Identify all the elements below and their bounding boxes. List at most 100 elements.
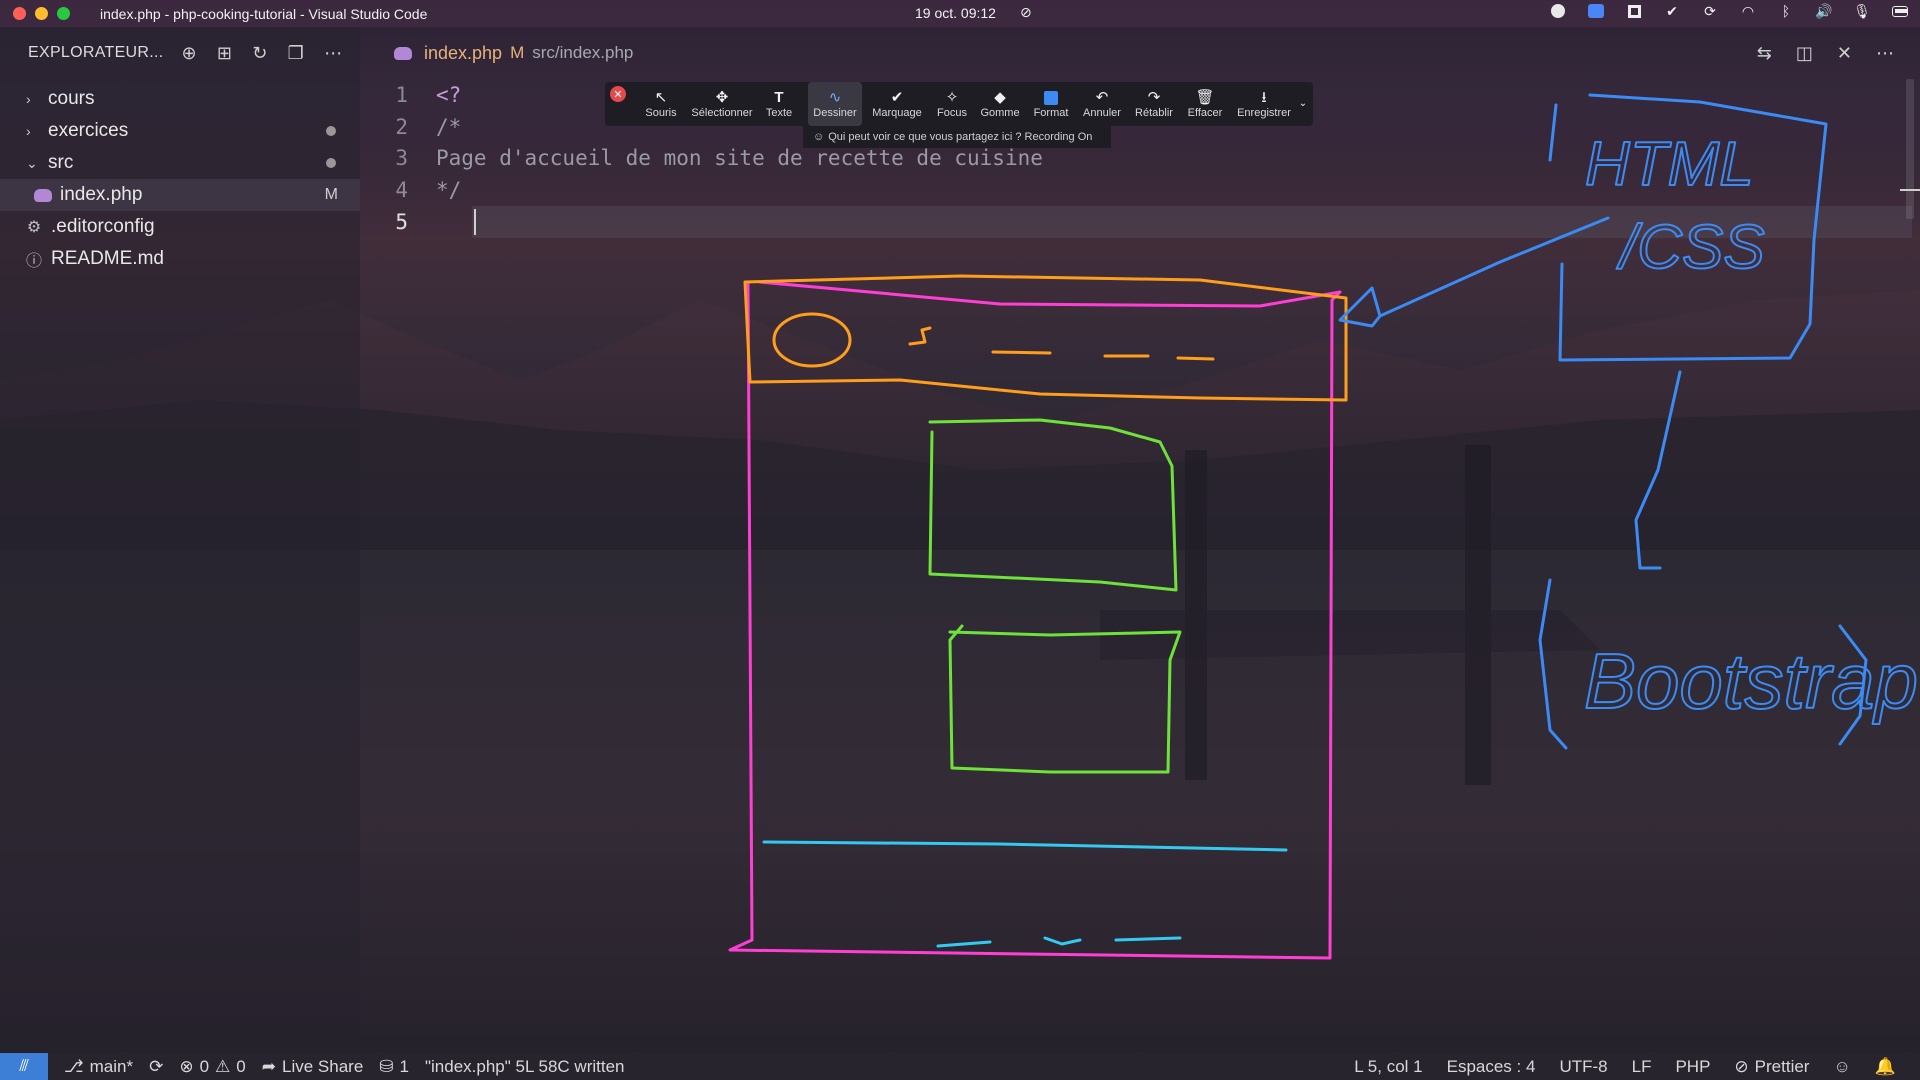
- share-visibility-icon: ☺: [813, 131, 825, 143]
- new-file-icon[interactable]: ⊕: [182, 43, 197, 64]
- remote-indicator[interactable]: ⫻: [0, 1053, 48, 1080]
- do-not-disturb-icon[interactable]: ⊘: [1020, 4, 1032, 21]
- database-icon: ⛁: [379, 1056, 394, 1076]
- tool-effacer[interactable]: 🗑 Effacer: [1183, 82, 1227, 126]
- close-annotation-button[interactable]: ✕: [610, 86, 626, 102]
- minimize-window-button[interactable]: [35, 7, 48, 20]
- tool-label: Marquage: [872, 107, 922, 119]
- status-bar: ⫻ ⎇ main* ⟳ ⊗ 0 ⚠ 0 ➦ Live Share ⛁ 1 "in…: [0, 1053, 1920, 1080]
- prettier-status[interactable]: ⊘ Prettier: [1734, 1057, 1809, 1077]
- code-editor[interactable]: 1 <? 2 /* 3 Page d'accueil de mon site d…: [360, 79, 1920, 1053]
- feedback-icon[interactable]: ☺: [1833, 1057, 1850, 1077]
- collapse-all-icon[interactable]: ❐: [288, 43, 304, 64]
- encoding-setting[interactable]: UTF-8: [1559, 1057, 1607, 1077]
- trash-icon: 🗑: [1195, 89, 1215, 106]
- sync-button[interactable]: ⟳: [149, 1057, 163, 1077]
- tool-label: Format: [1033, 107, 1069, 119]
- tool-focus[interactable]: ✧ Focus: [932, 82, 972, 126]
- tool-texte[interactable]: T Texte: [758, 82, 800, 126]
- close-icon[interactable]: ✕: [1837, 43, 1852, 64]
- chevron-right-icon: ›: [26, 123, 31, 139]
- split-editor-icon[interactable]: ◫: [1796, 43, 1813, 64]
- volume-icon[interactable]: 🔊: [1815, 3, 1832, 19]
- window-title: index.php - php-cooking-tutorial - Visua…: [100, 5, 428, 22]
- tool-label: Gomme: [980, 107, 1020, 119]
- tree-file-readme[interactable]: ⓘ README.md: [0, 243, 360, 275]
- code-line: 5: [360, 206, 436, 238]
- minimap-cursor-marker: [1900, 189, 1920, 191]
- language-mode[interactable]: PHP: [1675, 1057, 1710, 1077]
- tree-file-index-php[interactable]: index.php M: [0, 179, 360, 211]
- menu-clock[interactable]: 19 oct. 09:12: [915, 5, 996, 21]
- window-controls: [13, 7, 70, 20]
- battery-icon[interactable]: [1892, 3, 1908, 19]
- tool-annuler[interactable]: ↶ Annuler: [1079, 82, 1125, 126]
- tree-folder-src[interactable]: ⌄ src: [0, 147, 360, 179]
- tool-souris[interactable]: ↖ Souris: [635, 82, 687, 126]
- live-share-button[interactable]: ➦ Live Share: [262, 1057, 364, 1077]
- modified-dot-icon: [326, 126, 336, 136]
- chevron-down-icon: ⌄: [1298, 98, 1308, 109]
- tool-marquage[interactable]: ✔ Marquage: [868, 82, 926, 126]
- line-number: 5: [395, 210, 408, 234]
- editor-scrollbar[interactable]: [1906, 79, 1914, 219]
- php-icon: [394, 46, 412, 60]
- microphone-icon[interactable]: 🎙: [1853, 3, 1871, 19]
- indentation-setting[interactable]: Espaces : 4: [1447, 1057, 1536, 1077]
- notifications-bell-icon[interactable]: 🔔: [1875, 1057, 1896, 1077]
- tree-file-editorconfig[interactable]: ⚙ .editorconfig: [0, 211, 360, 243]
- open-changes-icon[interactable]: ⇆: [1757, 43, 1772, 64]
- zoom-app-icon[interactable]: [1588, 3, 1604, 19]
- cursor-position[interactable]: L 5, col 1: [1354, 1057, 1422, 1077]
- more-actions-icon[interactable]: ⋯: [1876, 43, 1894, 64]
- tree-folder-cours[interactable]: › cours: [0, 83, 360, 115]
- tree-item-label: src: [48, 152, 74, 173]
- modified-dot-icon: [326, 158, 336, 168]
- check-app-icon[interactable]: ✔: [1664, 3, 1680, 19]
- recording-notice[interactable]: ☺ Qui peut voir ce que vous partagez ici…: [803, 126, 1111, 148]
- tree-item-label: exercices: [48, 120, 129, 141]
- info-icon: ⓘ: [26, 253, 43, 270]
- ports-indicator[interactable]: ⛁ 1: [379, 1057, 409, 1077]
- tree-item-label: .editorconfig: [51, 216, 155, 237]
- chevron-right-icon: ›: [26, 91, 31, 107]
- problems-indicator[interactable]: ⊗ 0 ⚠ 0: [179, 1057, 245, 1077]
- prettier-icon: ⊘: [1734, 1056, 1749, 1076]
- menu-bar: index.php - php-cooking-tutorial - Visua…: [0, 0, 1920, 27]
- save-options-dropdown[interactable]: ⌄: [1295, 82, 1311, 126]
- bluetooth-icon[interactable]: ᛒ: [1778, 3, 1794, 19]
- more-actions-icon[interactable]: ⋯: [324, 43, 342, 64]
- current-line-highlight: [472, 206, 1912, 238]
- refresh-icon[interactable]: ↻: [252, 43, 267, 64]
- branch-name: main*: [89, 1056, 134, 1076]
- move-icon: ✥: [715, 89, 729, 106]
- record-status-icon[interactable]: [1550, 3, 1566, 19]
- tree-folder-exercices[interactable]: › exercices: [0, 115, 360, 147]
- tool-retablir[interactable]: ↷ Rétablir: [1131, 82, 1177, 126]
- wifi-icon[interactable]: ◠: [1740, 3, 1756, 19]
- tool-selectionner[interactable]: ✥ Sélectionner: [687, 82, 757, 126]
- tab-index-php[interactable]: index.php M src/index.php: [360, 43, 633, 64]
- tool-label: Sélectionner: [691, 107, 753, 119]
- sync-app-icon[interactable]: ⟳: [1702, 3, 1718, 19]
- explorer-actions: ⊕ ⊞ ↻ ❐ ⋯: [182, 43, 343, 64]
- tool-format[interactable]: Format: [1028, 82, 1074, 126]
- eol-setting[interactable]: LF: [1632, 1057, 1652, 1077]
- redo-icon: ↷: [1147, 89, 1161, 106]
- tool-dessiner[interactable]: ∿ Dessiner: [808, 82, 862, 126]
- editor-tab-bar: index.php M src/index.php ⇆ ◫ ✕ ⋯: [360, 27, 1920, 79]
- zoom-window-button[interactable]: [57, 7, 70, 20]
- color-square-icon: [1044, 91, 1058, 105]
- line-number: 4: [395, 178, 408, 202]
- close-window-button[interactable]: [13, 7, 26, 20]
- branch-indicator[interactable]: ⎇ main*: [64, 1057, 133, 1077]
- new-folder-icon[interactable]: ⊞: [217, 43, 232, 64]
- editor-actions: ⇆ ◫ ✕ ⋯: [1757, 43, 1894, 64]
- gear-icon: ⚙: [26, 219, 42, 236]
- grid-app-icon[interactable]: [1626, 3, 1642, 19]
- tool-label: Rétablir: [1135, 107, 1173, 119]
- error-icon: ⊗: [179, 1056, 194, 1076]
- tool-enregistrer[interactable]: ⭳ Enregistrer: [1233, 82, 1295, 126]
- live-share-label: Live Share: [282, 1056, 364, 1076]
- tool-gomme[interactable]: ◆ Gomme: [977, 82, 1023, 126]
